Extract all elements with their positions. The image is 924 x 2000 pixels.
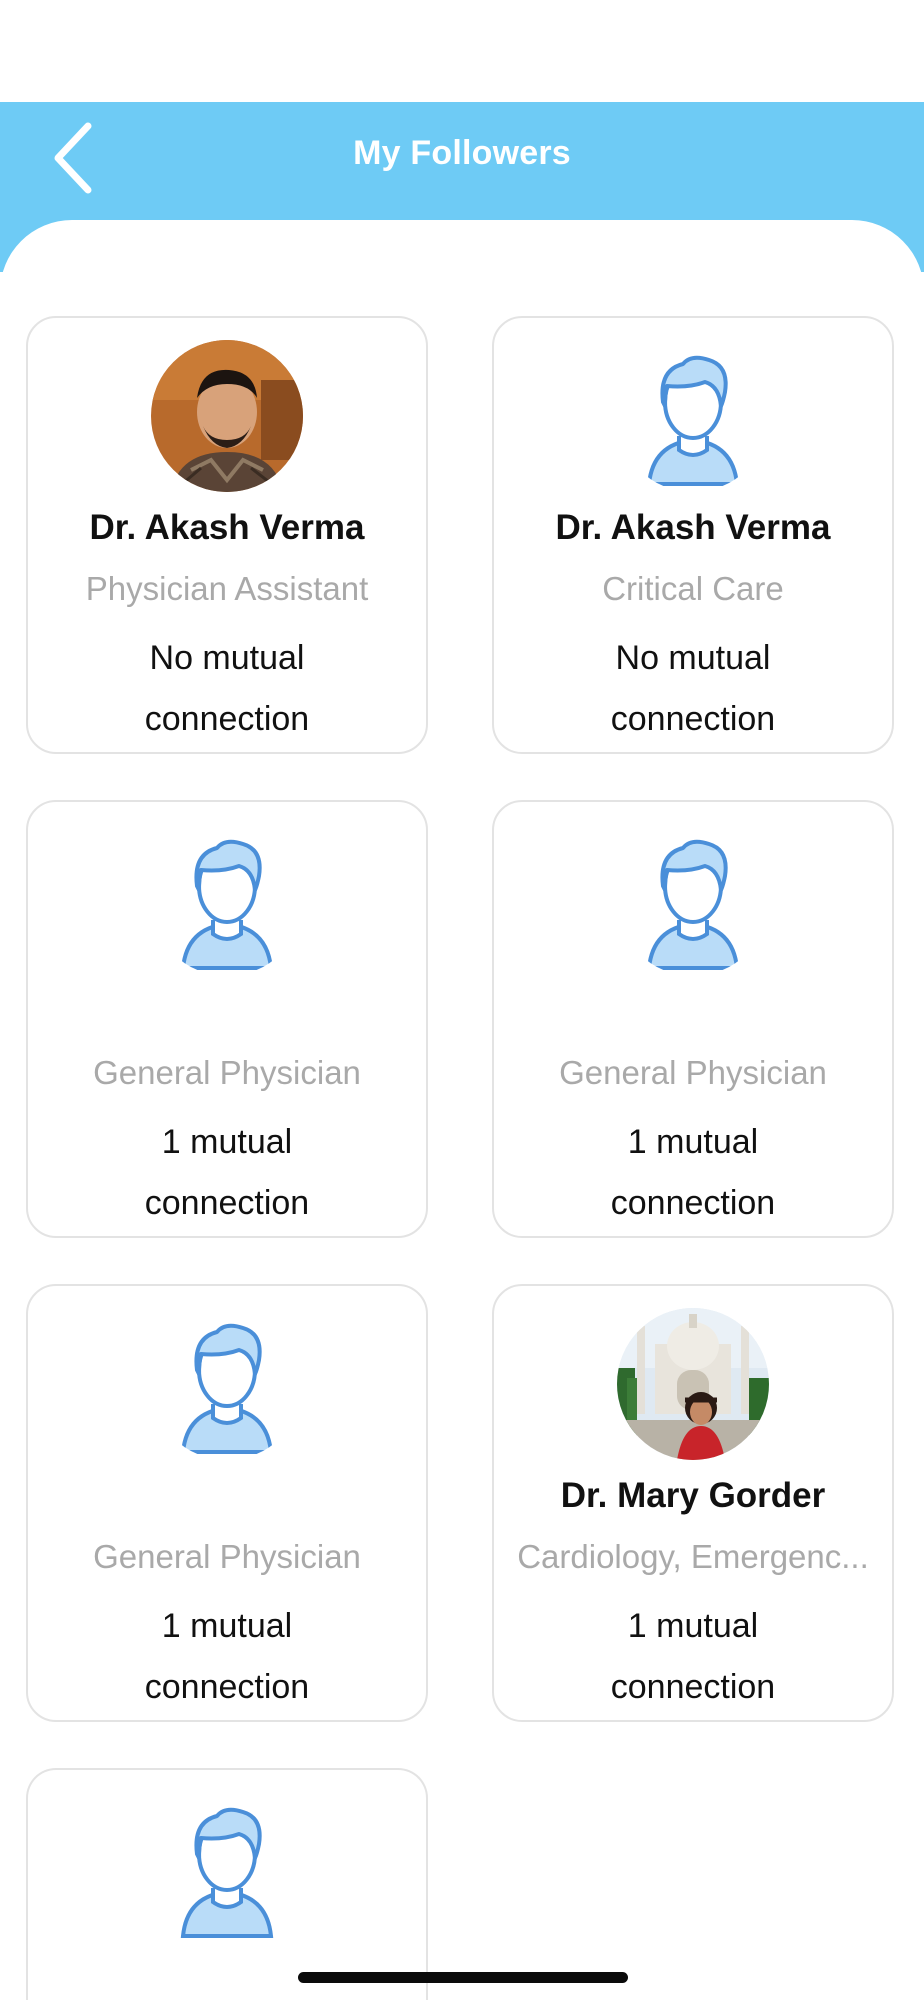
default-user-icon [646,839,740,970]
follower-card[interactable]: Dr. Akash Verma Critical Care No mutual … [492,316,894,754]
follower-specialty: General Physician [559,1054,827,1091]
default-user-icon [180,1323,274,1454]
mutual-connection-text: 1 mutual connection [36,1596,418,1718]
default-user-icon [180,1807,274,1938]
follower-name: Dr. Mary Gorder [560,1476,826,1515]
status-bar-area [0,0,924,102]
mutual-connection-text: 1 mutual connection [502,1112,884,1234]
mutual-count: 1 mutual [161,1607,293,1645]
avatar-photo [617,1308,769,1460]
followers-screen: My Followers Dr. Akash Verma Physician A… [0,0,924,2000]
follower-specialty: General Physician [93,1054,361,1091]
follower-card[interactable]: General Physician 1 mutual connection [492,800,894,1238]
follower-card[interactable] [26,1768,428,2000]
default-user-icon [180,839,274,970]
followers-content: Dr. Akash Verma Physician Assistant No m… [0,220,924,2000]
mutual-connection-text: No mutual connection [502,628,884,750]
page-title: My Followers [353,134,571,172]
mutual-count: No mutual [615,639,771,677]
mutual-connection-text: 1 mutual connection [502,1596,884,1718]
mutual-count: 1 mutual [627,1607,759,1645]
avatar-default [151,1792,303,1940]
mutual-label: connection [610,1668,776,1706]
follower-specialty: Physician Assistant [85,570,369,607]
profile-photo-man [151,340,303,492]
follower-specialty: Critical Care [602,570,784,607]
follower-specialty: General Physician [93,1538,361,1575]
profile-photo-taj-mahal [617,1308,769,1460]
mutual-connection-text: 1 mutual connection [36,1112,418,1234]
follower-card[interactable]: Dr. Akash Verma Physician Assistant No m… [26,316,428,754]
mutual-label: connection [144,1668,310,1706]
default-user-icon [646,355,740,486]
home-indicator[interactable] [298,1972,628,1983]
follower-specialty: Cardiology, Emergenc... [517,1538,869,1575]
mutual-count: 1 mutual [161,1123,293,1161]
avatar-photo [151,340,303,492]
avatar-default [151,824,303,976]
mutual-label: connection [610,1184,776,1222]
avatar-default [617,340,769,492]
mutual-label: connection [144,1184,310,1222]
follower-card[interactable]: General Physician 1 mutual connection [26,800,428,1238]
mutual-count: 1 mutual [627,1123,759,1161]
avatar-default [617,824,769,976]
mutual-label: connection [144,700,310,738]
mutual-connection-text: No mutual connection [36,628,418,750]
follower-name: Dr. Akash Verma [89,508,365,547]
follower-card[interactable]: General Physician 1 mutual connection [26,1284,428,1722]
mutual-label: connection [610,700,776,738]
follower-card[interactable]: Dr. Mary Gorder Cardiology, Emergenc... … [492,1284,894,1722]
mutual-count: No mutual [149,639,305,677]
follower-name: Dr. Akash Verma [555,508,831,547]
avatar-default [151,1308,303,1460]
